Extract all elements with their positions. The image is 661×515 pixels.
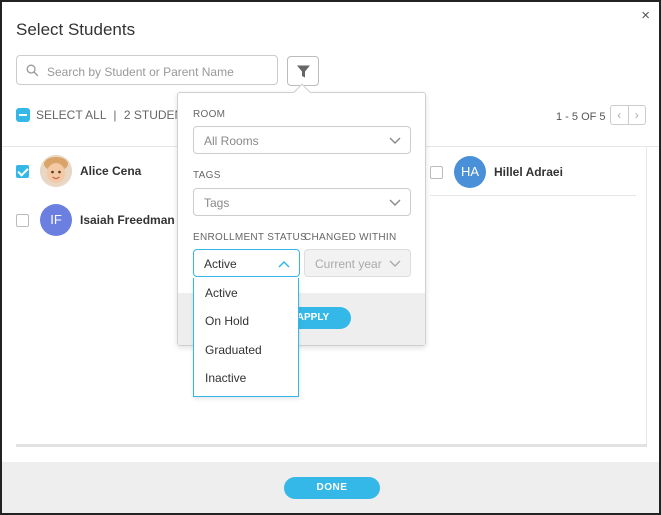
- search-placeholder: Search by Student or Parent Name: [47, 65, 234, 79]
- scrollbar[interactable]: [646, 146, 647, 446]
- student-item[interactable]: HA Hillel Adraei: [430, 156, 630, 190]
- chevron-down-icon: [389, 137, 401, 144]
- tags-select[interactable]: Tags: [193, 188, 411, 216]
- next-page-button[interactable]: ›: [629, 106, 646, 124]
- select-all-label[interactable]: SELECT ALL: [36, 108, 106, 122]
- enrollment-status-dropdown: Active On Hold Graduated Inactive: [193, 278, 299, 397]
- horizontal-scrollbar[interactable]: [16, 444, 647, 447]
- student-checkbox[interactable]: [16, 165, 29, 178]
- modal-footer: DONE: [2, 462, 659, 513]
- room-label: ROOM: [193, 109, 226, 120]
- tags-value: Tags: [204, 196, 230, 210]
- search-icon: [26, 64, 39, 77]
- changed-within-select: Current year: [304, 249, 411, 277]
- filter-funnel-icon: [297, 65, 310, 78]
- enrollment-status-value: Active: [204, 257, 237, 271]
- close-icon[interactable]: ×: [641, 8, 650, 23]
- pager-text: 1 - 5 OF 5: [556, 111, 606, 123]
- search-input[interactable]: Search by Student or Parent Name: [16, 55, 278, 85]
- avatar: IF: [40, 204, 72, 236]
- select-all-checkbox[interactable]: [16, 108, 30, 122]
- modal-title: Select Students: [16, 20, 136, 39]
- chevron-up-icon: [278, 260, 290, 268]
- dropdown-option-active[interactable]: Active: [205, 286, 238, 300]
- chevron-down-icon: [389, 260, 401, 267]
- student-name: Alice Cena: [80, 164, 142, 178]
- student-checkbox[interactable]: [16, 214, 29, 227]
- student-name: Isaiah Freedman: [80, 213, 175, 227]
- dropdown-option-on-hold[interactable]: On Hold: [205, 314, 249, 328]
- student-checkbox[interactable]: [430, 166, 443, 179]
- prev-page-button[interactable]: ‹: [611, 106, 629, 124]
- dropdown-option-graduated[interactable]: Graduated: [205, 343, 262, 357]
- changed-within-label: CHANGED WITHIN: [304, 232, 397, 243]
- changed-within-value: Current year: [315, 257, 382, 271]
- divider: [430, 195, 636, 196]
- pager-buttons: ‹ ›: [610, 105, 646, 125]
- tags-label: TAGS: [193, 170, 221, 181]
- enrollment-status-select[interactable]: Active: [193, 249, 300, 277]
- avatar: HA: [454, 156, 486, 188]
- room-select[interactable]: All Rooms: [193, 126, 411, 154]
- separator: |: [113, 108, 117, 122]
- avatar: [40, 155, 72, 187]
- child-photo-icon: [40, 155, 72, 187]
- chevron-down-icon: [389, 199, 401, 206]
- dropdown-option-inactive[interactable]: Inactive: [205, 371, 246, 385]
- enrollment-status-label: ENROLLMENT STATUS: [193, 232, 308, 243]
- room-value: All Rooms: [204, 134, 259, 148]
- done-button[interactable]: DONE: [284, 477, 380, 499]
- filter-button[interactable]: [287, 56, 319, 86]
- student-name: Hillel Adraei: [494, 165, 563, 179]
